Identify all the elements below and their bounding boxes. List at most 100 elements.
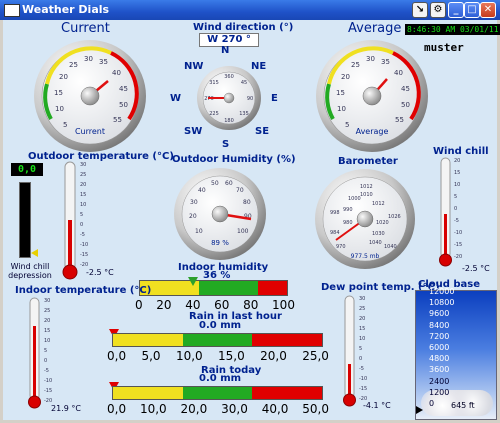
dir-tick-225: 225 bbox=[209, 111, 219, 117]
rt-scale-40: 40,0 bbox=[261, 402, 289, 416]
close-button[interactable]: ✕ bbox=[480, 2, 496, 18]
outdoor-humidity-value: 89 % bbox=[211, 239, 229, 247]
rh-scale-0: 0,0 bbox=[107, 349, 127, 363]
cb-tick-4800: 4800 bbox=[429, 354, 450, 364]
minimize-button[interactable]: _ bbox=[448, 2, 464, 18]
ih-scale-60: 60 bbox=[214, 298, 230, 312]
dir-tick-90: 90 bbox=[247, 96, 253, 102]
datetime-display: 8:46:30 AM 03/01/11 bbox=[405, 24, 500, 35]
rain-last-hour-scale: 0,0 5,0 10,0 15,0 20,0 25,0 bbox=[107, 349, 329, 363]
baro-tick-984: 984 bbox=[330, 230, 340, 236]
baro-tick-1040: 1040 bbox=[384, 244, 397, 250]
it-tick-m10: -10 bbox=[44, 378, 52, 384]
dial-panel: Current 5 10 15 20 25 30 35 40 45 50 55 … bbox=[3, 20, 500, 420]
ot-tick-0: 0 bbox=[80, 222, 83, 228]
outdoor-humidity-gauge: 10 20 30 40 50 60 70 80 90 100 89 % bbox=[174, 168, 266, 260]
ot-tick-m5: -5 bbox=[80, 232, 85, 238]
indoor-humidity-marker bbox=[187, 277, 198, 286]
dp-tick-30: 30 bbox=[359, 296, 365, 302]
it-tick-10: 10 bbox=[44, 338, 50, 344]
avg-tick-45: 45 bbox=[401, 85, 410, 93]
indoor-humidity-scale: 0 20 40 60 80 100 bbox=[135, 298, 295, 312]
average-title: Average bbox=[348, 21, 402, 36]
baro-inner-1012: 1012 bbox=[372, 201, 385, 207]
cloud-base-value: 645 ft bbox=[451, 401, 475, 410]
tick-55: 55 bbox=[113, 116, 122, 124]
barometer-gauge: 970 984 998 1012 1026 1040 1012 1020 103… bbox=[315, 169, 415, 269]
outdoor-temp-mercury bbox=[68, 220, 72, 270]
avg-tick-10: 10 bbox=[337, 105, 346, 113]
cb-tick-1200: 1200 bbox=[429, 387, 450, 397]
baro-inner-1020: 1020 bbox=[376, 220, 389, 226]
dir-tick-360: 360 bbox=[224, 74, 234, 80]
wind-direction-title: Wind direction (°) bbox=[193, 22, 294, 33]
wc-tick-5: 5 bbox=[454, 194, 457, 200]
settings-icon[interactable]: ⚙ bbox=[430, 2, 446, 18]
wind-chill-depression-bar bbox=[19, 182, 31, 258]
baro-inner-1040: 1040 bbox=[369, 240, 382, 246]
outdoor-humidity-title: Outdoor Humidity (%) bbox=[172, 154, 296, 165]
rh-scale-15: 15,0 bbox=[218, 349, 245, 363]
wc-tick-m10: -10 bbox=[454, 230, 462, 236]
ot-tick-20: 20 bbox=[80, 182, 86, 188]
rt-scale-20: 20,0 bbox=[180, 402, 208, 416]
wind-chill-value: -2.5 °C bbox=[462, 264, 490, 273]
station-name: muster bbox=[424, 41, 464, 54]
compass-e: E bbox=[271, 93, 278, 104]
compass-s: S bbox=[222, 139, 230, 150]
pin-icon[interactable]: ↘ bbox=[412, 2, 428, 18]
dp-tick-5: 5 bbox=[359, 346, 362, 352]
weather-dials-window: Weather Dials ↘ ⚙ _ □ ✕ Current 5 10 15 … bbox=[0, 0, 500, 423]
rh-scale-20: 20,0 bbox=[260, 349, 287, 363]
avg-tick-5: 5 bbox=[345, 121, 349, 129]
ih-scale-80: 80 bbox=[243, 298, 259, 312]
rain-today-bar bbox=[112, 386, 323, 400]
average-wind-gauge: 5 10 15 20 25 30 35 40 45 50 55 Average bbox=[316, 40, 428, 152]
indoor-temp-title: Indoor temperature (°C) bbox=[15, 285, 152, 296]
rain-last-hour-value: 0.0 mm bbox=[199, 320, 242, 331]
maximize-button[interactable]: □ bbox=[464, 2, 480, 18]
title-bar[interactable]: Weather Dials ↘ ⚙ _ □ ✕ bbox=[0, 0, 500, 20]
current-title: Current bbox=[61, 21, 110, 36]
baro-inner-990: 990 bbox=[343, 207, 353, 213]
oh-tick-20: 20 bbox=[189, 213, 197, 220]
ot-tick-m15: -15 bbox=[80, 252, 88, 258]
oh-tick-80: 80 bbox=[243, 199, 251, 206]
baro-inner-1030: 1030 bbox=[372, 231, 385, 237]
wind-chill-mercury bbox=[444, 214, 447, 258]
oh-tick-10: 10 bbox=[195, 228, 203, 235]
avg-tick-30: 30 bbox=[366, 55, 375, 63]
it-tick-15: 15 bbox=[44, 328, 50, 334]
cloud-base-marker bbox=[416, 406, 423, 414]
wc-tick-m20: -20 bbox=[454, 254, 462, 260]
wind-chill-depression-label: Wind chill depression bbox=[8, 262, 52, 280]
avg-tick-25: 25 bbox=[351, 61, 360, 69]
cb-tick-10800: 10800 bbox=[429, 298, 455, 308]
dp-tick-25: 25 bbox=[359, 306, 365, 312]
baro-tick-970: 970 bbox=[336, 244, 346, 250]
indoor-temp-thermometer: 30 25 20 15 10 5 0 -5 -10 -15 -20 bbox=[28, 297, 52, 409]
baro-inner-980: 980 bbox=[343, 220, 353, 226]
wind-chill-thermometer: 20 15 10 5 0 -5 -10 -15 -20 bbox=[439, 157, 462, 267]
it-tick-m15: -15 bbox=[44, 388, 52, 394]
rain-last-hour-bar bbox=[112, 333, 323, 347]
indoor-temp-value: 21.9 °C bbox=[51, 404, 81, 413]
wc-tick-m5: -5 bbox=[454, 218, 459, 224]
dp-tick-m10: -10 bbox=[359, 376, 367, 382]
rain-today-scale: 0,0 10,0 20,0 30,0 40,0 50,0 bbox=[107, 402, 329, 416]
ot-tick-5: 5 bbox=[80, 212, 83, 218]
dir-tick-315: 315 bbox=[209, 80, 219, 86]
tick-30: 30 bbox=[84, 55, 93, 63]
dp-tick-15: 15 bbox=[359, 326, 365, 332]
wind-chill-depression-display: 0,0 bbox=[11, 163, 43, 176]
tick-5: 5 bbox=[63, 121, 67, 129]
dir-tick-45: 45 bbox=[241, 80, 247, 86]
app-icon bbox=[4, 4, 20, 17]
it-tick-30: 30 bbox=[44, 298, 50, 304]
outdoor-temp-title: Outdoor temperature (°C) bbox=[28, 151, 174, 162]
baro-tick-1026: 1026 bbox=[388, 214, 401, 220]
ih-scale-0: 0 bbox=[135, 298, 143, 312]
wc-tick-0: 0 bbox=[454, 206, 457, 212]
dir-tick-135: 135 bbox=[239, 111, 249, 117]
avg-tick-15: 15 bbox=[336, 89, 345, 97]
